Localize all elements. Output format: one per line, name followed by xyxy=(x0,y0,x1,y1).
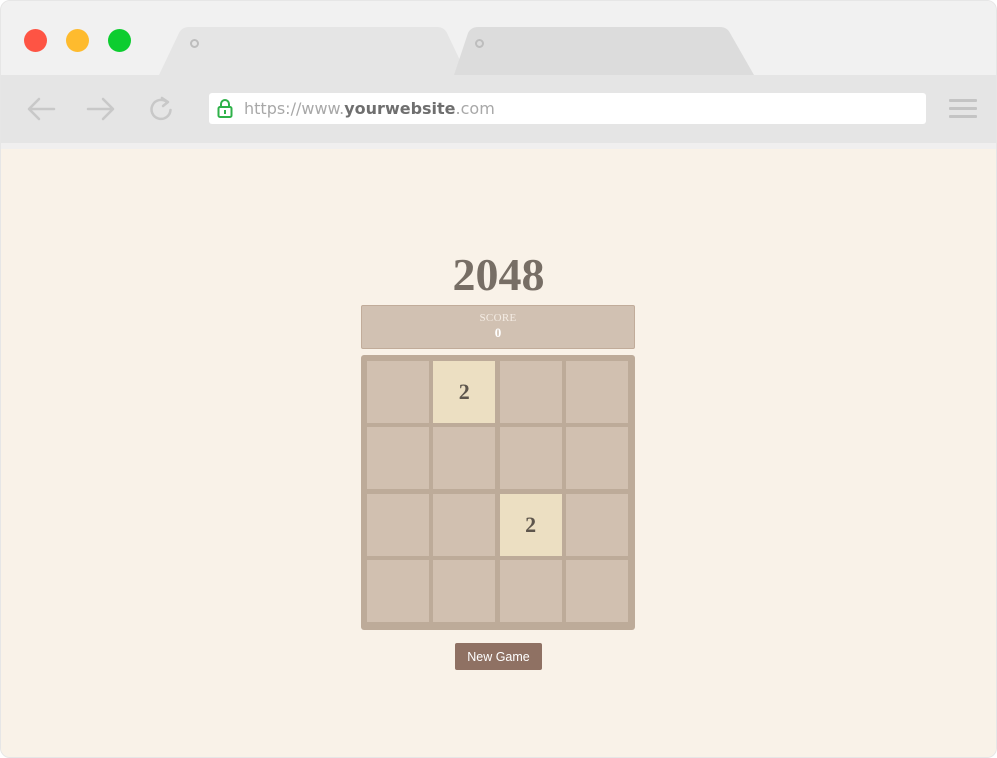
page-content: 2048 SCORE 0 22 New Game xyxy=(1,149,996,757)
grid-cell xyxy=(367,361,429,423)
score-value: 0 xyxy=(494,325,502,340)
grid-cell xyxy=(499,361,562,423)
minimize-window-button[interactable] xyxy=(66,29,89,52)
address-bar[interactable]: https://www.yourwebsite.com xyxy=(209,93,926,124)
grid-cell xyxy=(433,559,496,622)
game-title: 2048 xyxy=(452,249,545,300)
grid-cell xyxy=(367,427,429,490)
title-bar xyxy=(1,1,996,75)
forward-arrow-icon[interactable] xyxy=(86,96,116,122)
browser-tab-inactive[interactable] xyxy=(454,27,754,75)
grid-cell xyxy=(565,361,628,423)
grid-cell xyxy=(565,559,628,622)
url-tld: .com xyxy=(455,99,495,118)
browser-window: https://www.yourwebsite.com 2048 SCORE 0… xyxy=(0,0,997,758)
grid-cell xyxy=(367,493,429,556)
new-game-button[interactable]: New Game xyxy=(455,643,542,670)
menu-line xyxy=(949,107,977,110)
lock-icon xyxy=(217,99,233,118)
grid-cell xyxy=(499,559,562,622)
grid-cell xyxy=(499,427,562,490)
hamburger-menu-icon[interactable] xyxy=(949,99,977,119)
grid-tile: 2 xyxy=(499,493,562,556)
menu-line xyxy=(949,99,977,102)
tab-shape xyxy=(454,27,754,75)
grid-cell xyxy=(565,493,628,556)
maximize-window-button[interactable] xyxy=(108,29,131,52)
tab-favicon-icon xyxy=(190,39,199,48)
grid-tile: 2 xyxy=(433,361,496,423)
close-window-button[interactable] xyxy=(24,29,47,52)
url-text: https://www.yourwebsite.com xyxy=(244,99,495,118)
browser-toolbar: https://www.yourwebsite.com xyxy=(1,75,996,149)
score-label: SCORE xyxy=(479,312,517,324)
url-scheme: https://www. xyxy=(244,99,345,118)
url-host: yourwebsite xyxy=(344,99,456,118)
grid-cell xyxy=(433,427,496,490)
menu-line xyxy=(949,115,977,118)
tab-favicon-icon xyxy=(475,39,484,48)
back-arrow-icon[interactable] xyxy=(26,96,56,122)
reload-icon[interactable] xyxy=(146,96,176,122)
grid-cell xyxy=(565,427,628,490)
grid-cell xyxy=(367,559,429,622)
browser-tab-active[interactable] xyxy=(159,27,467,75)
score-box: SCORE 0 xyxy=(361,305,635,349)
game-board[interactable]: 22 xyxy=(361,355,635,630)
tab-shape xyxy=(159,27,467,75)
grid-cell xyxy=(433,493,496,556)
